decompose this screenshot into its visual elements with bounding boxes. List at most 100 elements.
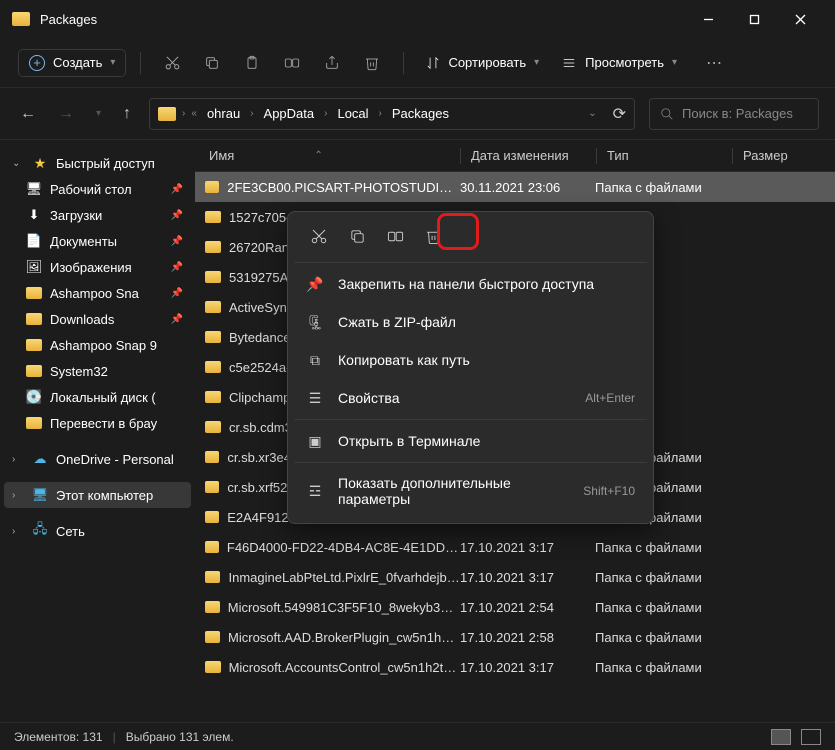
sidebar-this-pc[interactable]: › 🖥 Этот компьютер: [4, 482, 191, 508]
pin-icon: 📌: [171, 184, 183, 195]
view-button[interactable]: Просмотреть ▾: [553, 50, 685, 75]
folder-icon: [205, 301, 221, 313]
toolbar: + Создать ▾ Сортировать ▾ Просмотреть ▾ …: [0, 38, 835, 88]
sidebar-item[interactable]: ⬇Загрузки📌: [4, 202, 191, 228]
sidebar-item[interactable]: 🖼Изображения📌: [4, 254, 191, 280]
rename-button[interactable]: [275, 46, 309, 80]
document-icon: 📄: [26, 233, 42, 249]
folder-icon: [205, 331, 221, 343]
maximize-button[interactable]: [731, 4, 777, 34]
pin-icon: 📌: [171, 236, 183, 247]
titlebar: Packages: [0, 0, 835, 38]
search-input[interactable]: Поиск в: Packages: [649, 98, 819, 130]
col-type[interactable]: Тип: [597, 148, 732, 163]
more-button[interactable]: ⋯: [697, 46, 731, 80]
folder-icon: [205, 541, 219, 553]
statusbar: Элементов: 131 | Выбрано 131 элем.: [0, 722, 835, 750]
sidebar-onedrive[interactable]: › ☁ OneDrive - Personal: [4, 446, 191, 472]
table-row[interactable]: Microsoft.AAD.BrokerPlugin_cw5n1h2txy...…: [195, 622, 835, 652]
sidebar-item[interactable]: Downloads📌: [4, 306, 191, 332]
cm-rename-button[interactable]: [376, 220, 414, 252]
tiles-view-button[interactable]: [801, 729, 821, 745]
chevron-right-icon: ›: [12, 490, 24, 501]
chevron-down-icon[interactable]: ▾: [92, 104, 105, 123]
navbar: ← → ▾ ↑ › « ohrau› AppData› Local› Packa…: [0, 88, 835, 140]
sidebar-item[interactable]: Перевести в брау: [4, 410, 191, 436]
status-elements: Элементов: 131: [14, 730, 103, 744]
details-view-button[interactable]: [771, 729, 791, 745]
sidebar-item[interactable]: Ashampoo Sna📌: [4, 280, 191, 306]
sort-button[interactable]: Сортировать ▾: [418, 50, 547, 75]
chevron-down-icon: ⌄: [12, 158, 24, 169]
minimize-button[interactable]: [685, 4, 731, 34]
folder-icon: [205, 601, 220, 613]
folder-icon: [205, 571, 220, 583]
back-button[interactable]: ←: [16, 101, 40, 127]
more-icon: ☲: [306, 482, 324, 500]
desktop-icon: 🖥: [26, 181, 42, 197]
chevron-right-icon: ›: [12, 526, 24, 537]
folder-icon: [26, 337, 42, 353]
zip-icon: 🗜: [306, 313, 324, 331]
breadcrumb[interactable]: Packages: [388, 104, 453, 123]
col-name[interactable]: Имя⌃: [205, 148, 460, 163]
cm-delete-button[interactable]: [414, 220, 452, 252]
cloud-icon: ☁: [32, 451, 48, 467]
address-bar[interactable]: › « ohrau› AppData› Local› Packages ⌄ ⟳: [149, 98, 635, 130]
col-size[interactable]: Размер: [733, 148, 825, 163]
folder-icon: [205, 211, 221, 223]
share-button[interactable]: [315, 46, 349, 80]
sidebar: ⌄ ★ Быстрый доступ 🖥Рабочий стол📌⬇Загруз…: [0, 140, 195, 722]
folder-icon: [12, 12, 30, 26]
sidebar-item[interactable]: 📄Документы📌: [4, 228, 191, 254]
table-row[interactable]: 2FE3CB00.PICSART-PHOTOSTUDIO_crhqp30.11.…: [195, 172, 835, 202]
paste-button[interactable]: [235, 46, 269, 80]
search-icon: [660, 107, 674, 121]
cm-properties[interactable]: ☰СвойстваAlt+Enter: [294, 379, 647, 417]
column-headers: Имя⌃ Дата изменения Тип Размер: [195, 140, 835, 172]
cm-copy-path[interactable]: ⧉Копировать как путь: [294, 341, 647, 379]
cm-zip[interactable]: 🗜Сжать в ZIP-файл: [294, 303, 647, 341]
sidebar-network[interactable]: › 🖧 Сеть: [4, 518, 191, 544]
breadcrumb[interactable]: Local: [333, 104, 372, 123]
chevron-down-icon: ▾: [110, 57, 115, 68]
delete-button[interactable]: [355, 46, 389, 80]
refresh-button[interactable]: ⟳: [613, 104, 626, 124]
network-icon: 🖧: [32, 523, 48, 539]
sidebar-item[interactable]: System32: [4, 358, 191, 384]
pin-icon: 📌: [171, 262, 183, 273]
sort-icon: [426, 56, 440, 70]
table-row[interactable]: InmagineLabPteLtd.PixlrE_0fvarhdejbjpm17…: [195, 562, 835, 592]
cm-copy-button[interactable]: [338, 220, 376, 252]
col-date[interactable]: Дата изменения: [461, 148, 596, 163]
folder-icon: [205, 511, 219, 523]
folder-icon: [205, 241, 221, 253]
cm-more[interactable]: ☲Показать дополнительные параметрыShift+…: [294, 465, 647, 517]
copy-button[interactable]: [195, 46, 229, 80]
chevron-down-icon: ▾: [534, 57, 539, 68]
cm-cut-button[interactable]: [300, 220, 338, 252]
copy-path-icon: ⧉: [306, 351, 324, 369]
chevron-down-icon[interactable]: ⌄: [588, 108, 596, 119]
pin-icon: 📌: [171, 210, 183, 221]
folder-icon: [205, 181, 219, 193]
folder-icon: [205, 361, 221, 373]
folder-icon: [158, 107, 176, 121]
breadcrumb[interactable]: ohrau: [203, 104, 244, 123]
sidebar-item[interactable]: 🖥Рабочий стол📌: [4, 176, 191, 202]
sidebar-item[interactable]: Ashampoo Snap 9: [4, 332, 191, 358]
table-row[interactable]: Microsoft.549981C3F5F10_8wekyb3d8bb...17…: [195, 592, 835, 622]
table-row[interactable]: Microsoft.AccountsControl_cw5n1h2txy...1…: [195, 652, 835, 682]
cm-pin[interactable]: 📌Закрепить на панели быстрого доступа: [294, 265, 647, 303]
cm-terminal[interactable]: ▣Открыть в Терминале: [294, 422, 647, 460]
up-button[interactable]: ↑: [119, 101, 135, 127]
folder-icon: [26, 363, 42, 379]
sidebar-quick-access[interactable]: ⌄ ★ Быстрый доступ: [4, 150, 191, 176]
table-row[interactable]: F46D4000-FD22-4DB4-AC8E-4E1DDDE828...17.…: [195, 532, 835, 562]
close-button[interactable]: [777, 4, 823, 34]
sidebar-item[interactable]: 💽Локальный диск (: [4, 384, 191, 410]
create-button[interactable]: + Создать ▾: [18, 49, 126, 77]
forward-button[interactable]: →: [54, 101, 78, 127]
cut-button[interactable]: [155, 46, 189, 80]
breadcrumb[interactable]: AppData: [260, 104, 319, 123]
